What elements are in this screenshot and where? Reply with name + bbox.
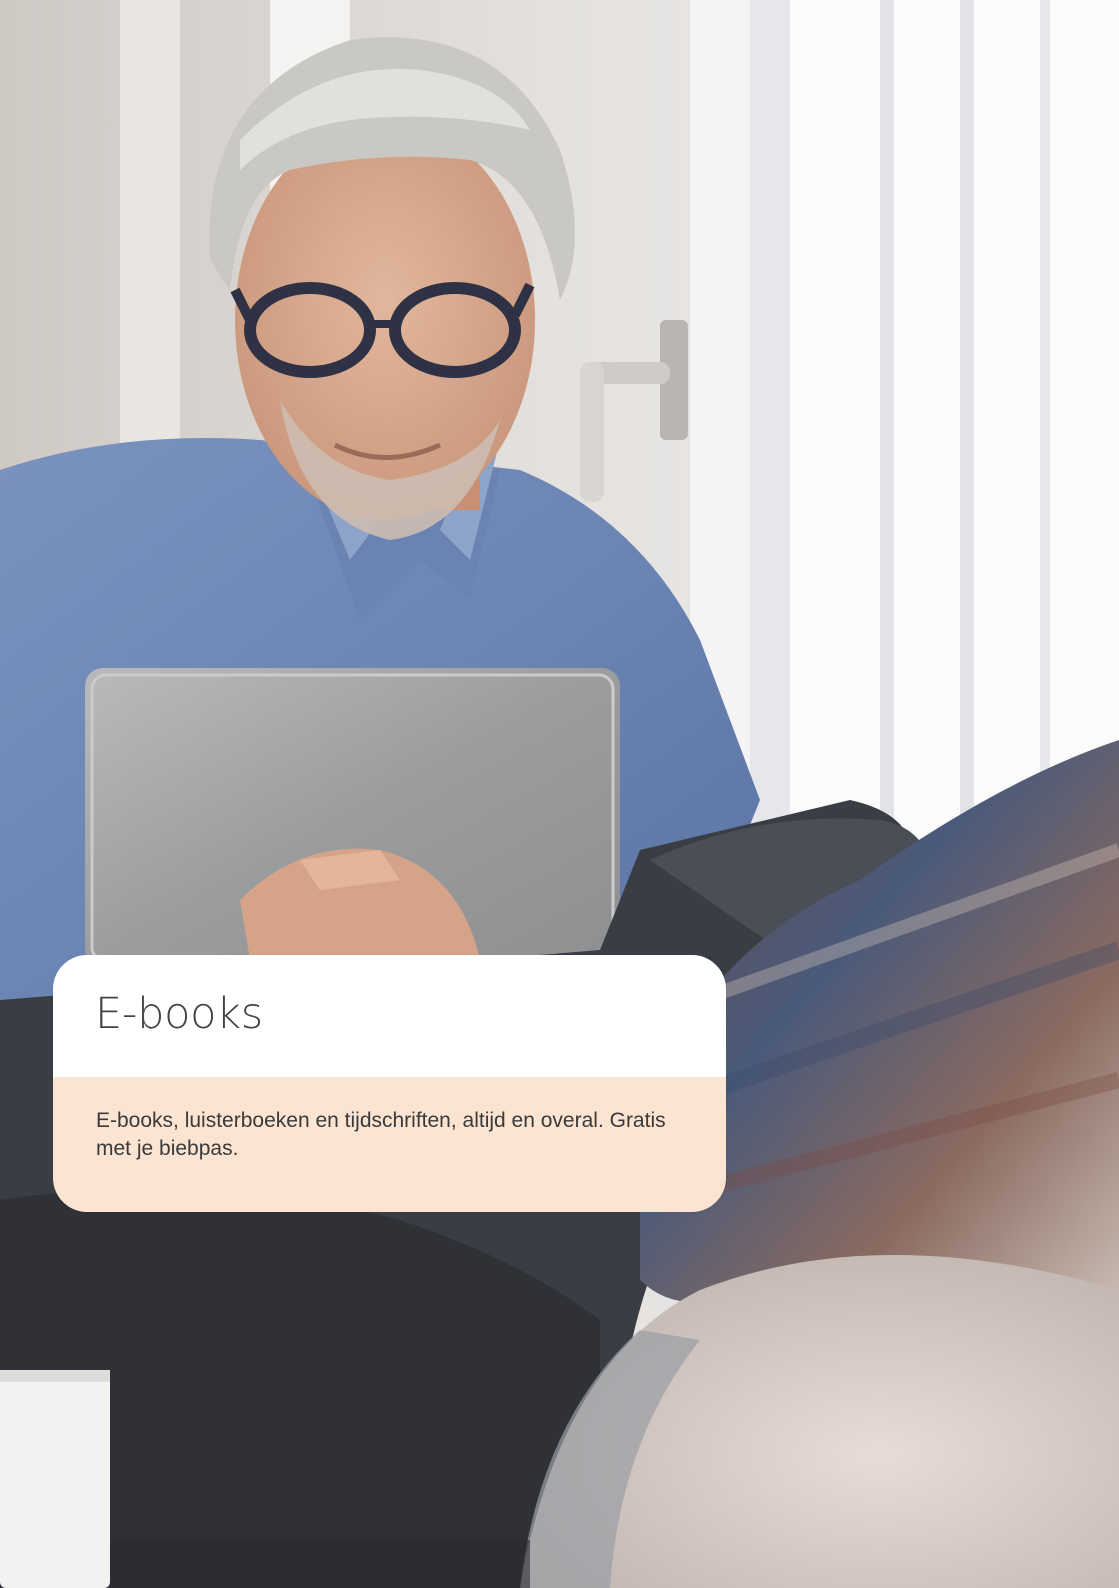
card-title: E-books bbox=[95, 989, 263, 1039]
card-description: E-books, luisterboeken en tijdschriften,… bbox=[96, 1109, 666, 1160]
card-body: E-books, luisterboeken en tijdschriften,… bbox=[53, 1077, 726, 1212]
ebooks-card[interactable]: E-books E-books, luisterboeken en tijdsc… bbox=[53, 955, 726, 1212]
background-photo bbox=[0, 0, 1119, 1588]
card-header: E-books bbox=[53, 955, 726, 1077]
